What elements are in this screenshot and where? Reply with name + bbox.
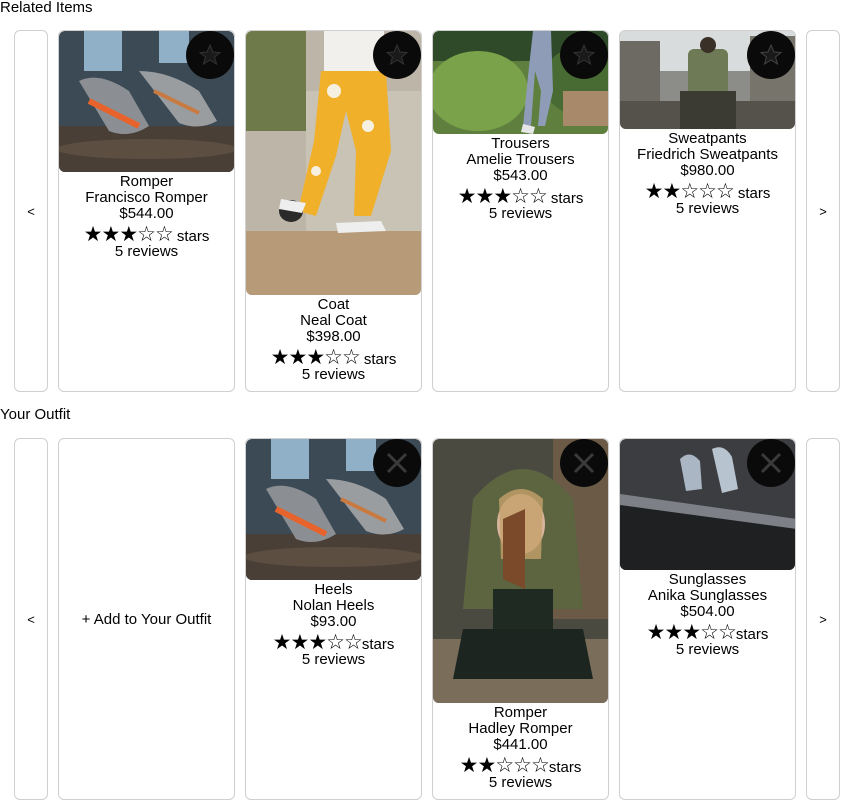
related-card-4[interactable]: Sweatpants Friedrich Sweatpants $980.00 … xyxy=(619,30,796,392)
product-image[interactable] xyxy=(620,31,795,129)
product-price: $980.00 xyxy=(680,162,735,179)
review-count: 5 reviews xyxy=(301,651,366,668)
your-outfit-title: Your Outfit xyxy=(0,406,71,423)
product-category: Coat xyxy=(317,296,350,313)
product-category: Heels xyxy=(314,581,353,598)
product-image[interactable] xyxy=(59,31,234,172)
related-next-button[interactable]: > xyxy=(806,30,840,392)
stars-label: stars xyxy=(550,190,584,207)
stars-label: stars xyxy=(735,626,769,643)
related-card-3[interactable]: Trousers Amelie Trousers $543.00 ★★★☆☆ s… xyxy=(432,30,609,392)
product-category: Romper xyxy=(119,173,174,190)
star-rating: ★★★☆☆ xyxy=(270,345,361,369)
star-rating: ★★★☆☆ xyxy=(646,620,737,644)
review-count: 5 reviews xyxy=(488,774,553,791)
product-name[interactable]: Francisco Romper xyxy=(84,190,210,206)
stars-label: stars xyxy=(363,351,397,368)
product-name[interactable]: Friedrich Sweatpants xyxy=(637,147,778,163)
close-icon[interactable] xyxy=(560,439,608,487)
stars-label: stars xyxy=(737,185,771,202)
related-card-2[interactable]: Coat Neal Coat $398.00 ★★★☆☆ stars 5 rev… xyxy=(245,30,422,392)
product-price: $543.00 xyxy=(493,167,548,184)
outfit-card-3[interactable]: Sunglasses Anika Sunglasses $504.00 ★★★☆… xyxy=(619,438,796,800)
outfit-next-button[interactable]: > xyxy=(806,438,840,800)
stars-label: stars xyxy=(176,228,210,245)
close-icon[interactable] xyxy=(747,439,795,487)
product-price: $398.00 xyxy=(306,328,361,345)
star-icon[interactable] xyxy=(747,31,795,79)
star-rating: ★★★☆☆ xyxy=(83,222,174,246)
product-category: Trousers xyxy=(491,135,550,152)
product-name[interactable]: Nolan Heels xyxy=(273,598,395,614)
stars-label: stars xyxy=(361,636,395,653)
product-price: $441.00 xyxy=(493,736,548,753)
product-name[interactable]: Anika Sunglasses xyxy=(647,588,769,604)
star-rating: ★★★☆☆ xyxy=(272,630,363,654)
review-count: 5 reviews xyxy=(488,205,553,222)
review-count: 5 reviews xyxy=(675,200,740,217)
product-category: Romper xyxy=(493,704,548,721)
star-rating: ★★☆☆☆ xyxy=(644,179,735,203)
star-icon[interactable] xyxy=(373,31,421,79)
star-icon[interactable] xyxy=(560,31,608,79)
product-category: Sunglasses xyxy=(668,571,747,588)
product-image[interactable] xyxy=(246,31,421,295)
related-card-1[interactable]: Romper Francisco Romper $544.00 ★★★☆☆ st… xyxy=(58,30,235,392)
add-to-outfit-label: + Add to Your Outfit xyxy=(81,610,212,628)
star-rating: ★★☆☆☆ xyxy=(459,753,550,777)
review-count: 5 reviews xyxy=(301,366,366,383)
product-image[interactable] xyxy=(246,439,421,580)
star-rating: ★★★☆☆ xyxy=(457,184,548,208)
product-price: $504.00 xyxy=(680,603,735,620)
product-name[interactable]: Hadley Romper xyxy=(460,721,582,737)
star-icon[interactable] xyxy=(186,31,234,79)
review-count: 5 reviews xyxy=(114,243,179,260)
product-price: $544.00 xyxy=(119,205,174,222)
stars-label: stars xyxy=(548,759,582,776)
product-image[interactable] xyxy=(433,439,608,703)
add-to-outfit-button[interactable]: + Add to Your Outfit xyxy=(58,438,235,800)
outfit-card-1[interactable]: Heels Nolan Heels $93.00 ★★★☆☆ stars 5 r… xyxy=(245,438,422,800)
related-prev-button[interactable]: < xyxy=(14,30,48,392)
close-icon[interactable] xyxy=(373,439,421,487)
related-items-title: Related Items xyxy=(0,0,93,16)
product-name[interactable]: Neal Coat xyxy=(271,313,397,329)
review-count: 5 reviews xyxy=(675,641,740,658)
outfit-prev-button[interactable]: < xyxy=(14,438,48,800)
product-name[interactable]: Amelie Trousers xyxy=(458,152,584,168)
product-image[interactable] xyxy=(620,439,795,570)
product-image[interactable] xyxy=(433,31,608,134)
product-price: $93.00 xyxy=(310,613,357,630)
outfit-card-2[interactable]: Romper Hadley Romper $441.00 ★★☆☆☆ stars… xyxy=(432,438,609,800)
product-category: Sweatpants xyxy=(668,130,747,147)
